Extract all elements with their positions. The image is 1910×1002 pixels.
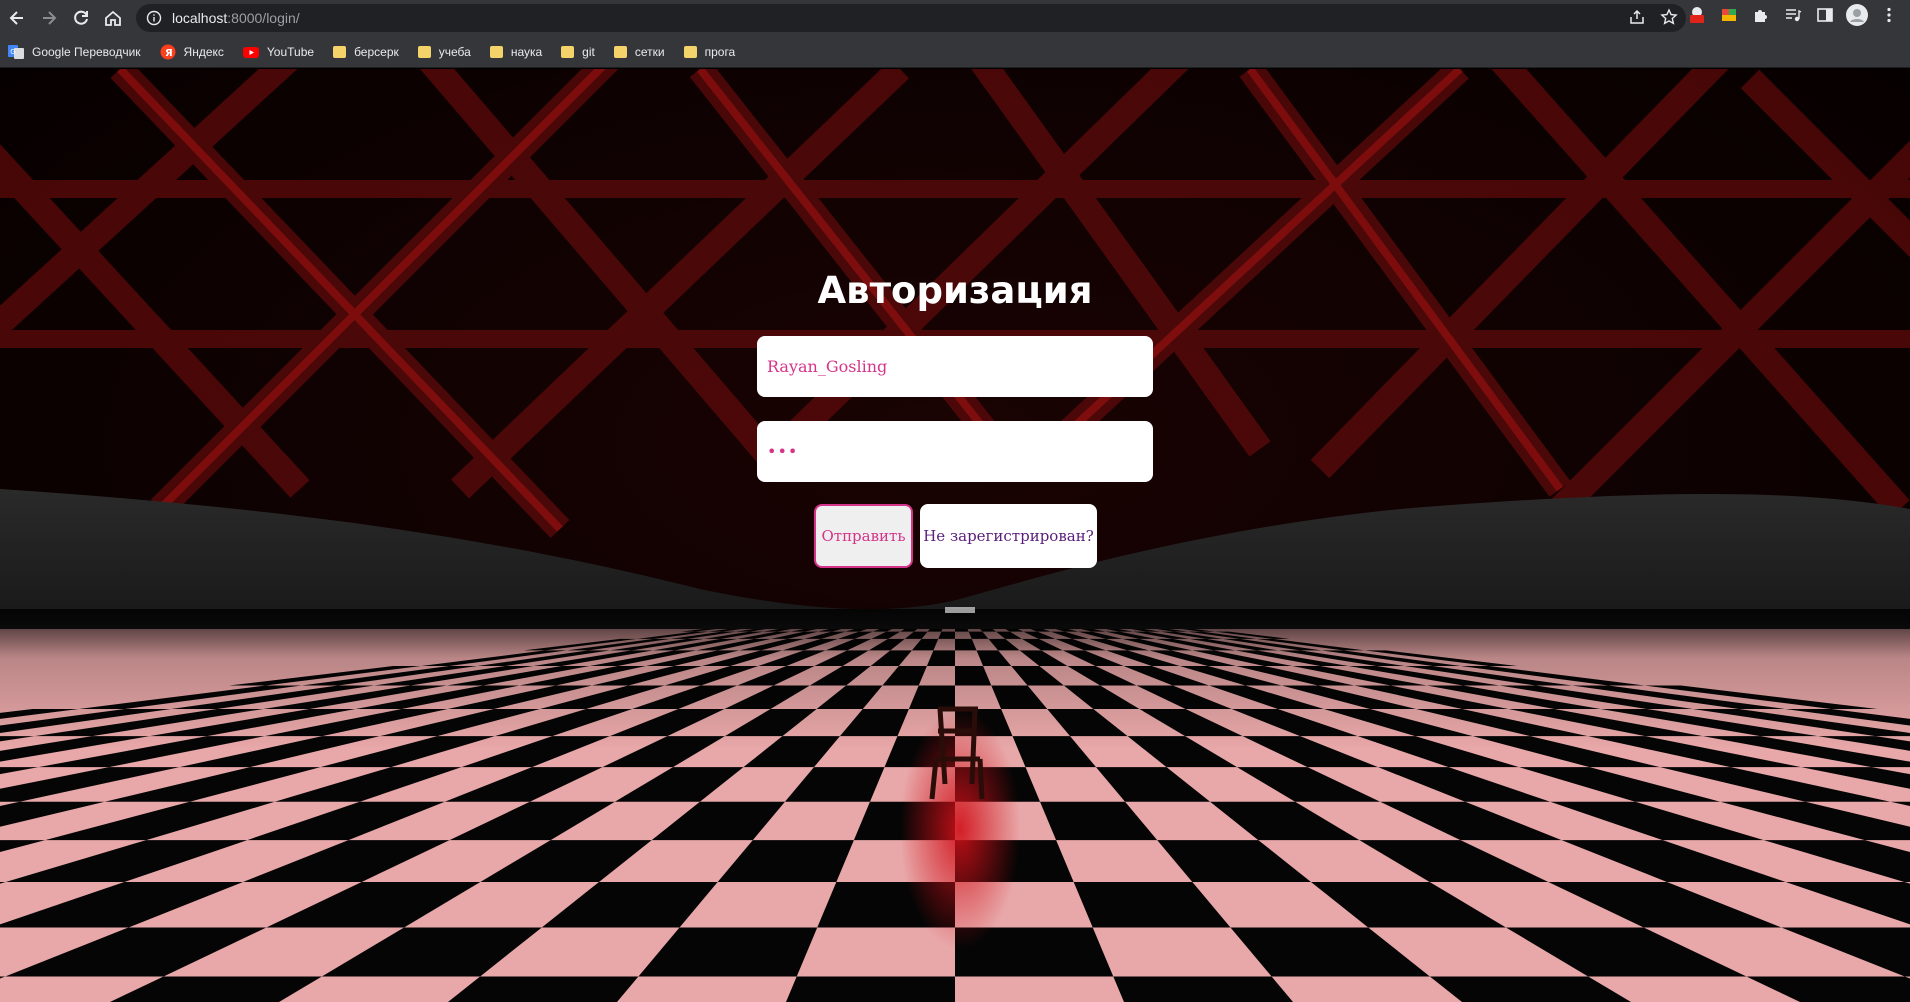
home-icon [105, 10, 121, 26]
extension-1[interactable] [1686, 4, 1708, 26]
home-button[interactable] [98, 3, 128, 33]
share-icon[interactable] [1628, 8, 1646, 26]
username-input[interactable]: Rayan_Gosling [757, 336, 1153, 397]
bookmark-label: YouTube [266, 44, 315, 59]
bookmark-folder-nauka[interactable]: наука [489, 44, 543, 59]
browser-toolbar: localhost:8000/login/ [0, 0, 1910, 36]
profile-icon [1847, 5, 1867, 25]
url-host: localhost [172, 10, 228, 26]
media-button[interactable] [1782, 4, 1804, 26]
bookmarks-bar: G Google Переводчик Я Яндекс YouTube бер… [0, 36, 1910, 68]
star-icon[interactable] [1660, 8, 1678, 26]
auth-form: Авторизация Rayan_Gosling ••• Отправить … [0, 69, 1910, 1002]
bookmark-google-translate[interactable]: G Google Переводчик [8, 44, 141, 60]
menu-button[interactable] [1878, 4, 1900, 26]
youtube-icon [242, 46, 259, 58]
bookmark-label: наука [510, 44, 543, 59]
folder-icon [489, 45, 503, 58]
bookmark-label: прога [704, 44, 736, 59]
folder-icon [333, 45, 347, 58]
playlist-icon [1786, 9, 1802, 22]
more-vert-icon [1887, 7, 1891, 23]
page-title: Авторизация [817, 269, 1093, 312]
login-page: Авторизация Rayan_Gosling ••• Отправить … [0, 69, 1910, 1002]
url-path: :8000/login/ [227, 10, 300, 26]
side-panel-button[interactable] [1814, 4, 1836, 26]
back-button[interactable] [2, 3, 32, 33]
register-link-button[interactable]: Не зарегистрирован? [920, 504, 1097, 568]
bookmark-folder-ucheba[interactable]: учеба [417, 44, 471, 59]
reload-button[interactable] [66, 3, 96, 33]
bookmark-yandex[interactable]: Я Яндекс [160, 44, 224, 60]
yandex-icon: Я [160, 44, 176, 59]
folder-icon [683, 45, 697, 58]
bookmark-label: git [582, 44, 595, 59]
bookmark-youtube[interactable]: YouTube [242, 44, 315, 60]
profile-avatar[interactable] [1846, 4, 1868, 26]
folder-icon [613, 45, 627, 58]
bookmark-label: берсерк [354, 44, 399, 59]
bookmark-label: Google Переводчик [32, 44, 141, 59]
svg-text:Я: Я [165, 48, 173, 59]
puzzle-icon [1755, 10, 1767, 22]
arrow-right-icon [43, 11, 57, 25]
folder-icon [417, 45, 431, 58]
folder-icon [561, 45, 575, 58]
extensions-button[interactable] [1750, 4, 1772, 26]
bookmark-folder-setki[interactable]: сетки [613, 44, 665, 59]
svg-text:G: G [10, 48, 15, 56]
bookmark-label: Яндекс [183, 44, 224, 59]
google-translate-icon: G [8, 44, 24, 59]
extension-2[interactable] [1718, 4, 1740, 26]
bookmark-folder-proga[interactable]: прога [683, 44, 736, 59]
cloud-extension-icon [1690, 7, 1704, 23]
reload-icon [74, 10, 88, 25]
side-panel-icon [1817, 8, 1833, 22]
bookmark-folder-berserk[interactable]: берсерк [333, 45, 399, 59]
bookmark-label: сетки [634, 44, 665, 59]
bookmark-folder-git[interactable]: git [561, 45, 595, 59]
arrow-left-icon [9, 11, 23, 25]
forward-button[interactable] [34, 3, 64, 33]
address-bar[interactable]: localhost:8000/login/ [136, 4, 1686, 32]
bookmark-label: учеба [438, 44, 471, 59]
submit-button[interactable]: Отправить [814, 504, 913, 568]
password-input[interactable]: ••• [757, 421, 1153, 482]
palette-extension-icon [1722, 9, 1736, 21]
info-icon [146, 10, 162, 26]
